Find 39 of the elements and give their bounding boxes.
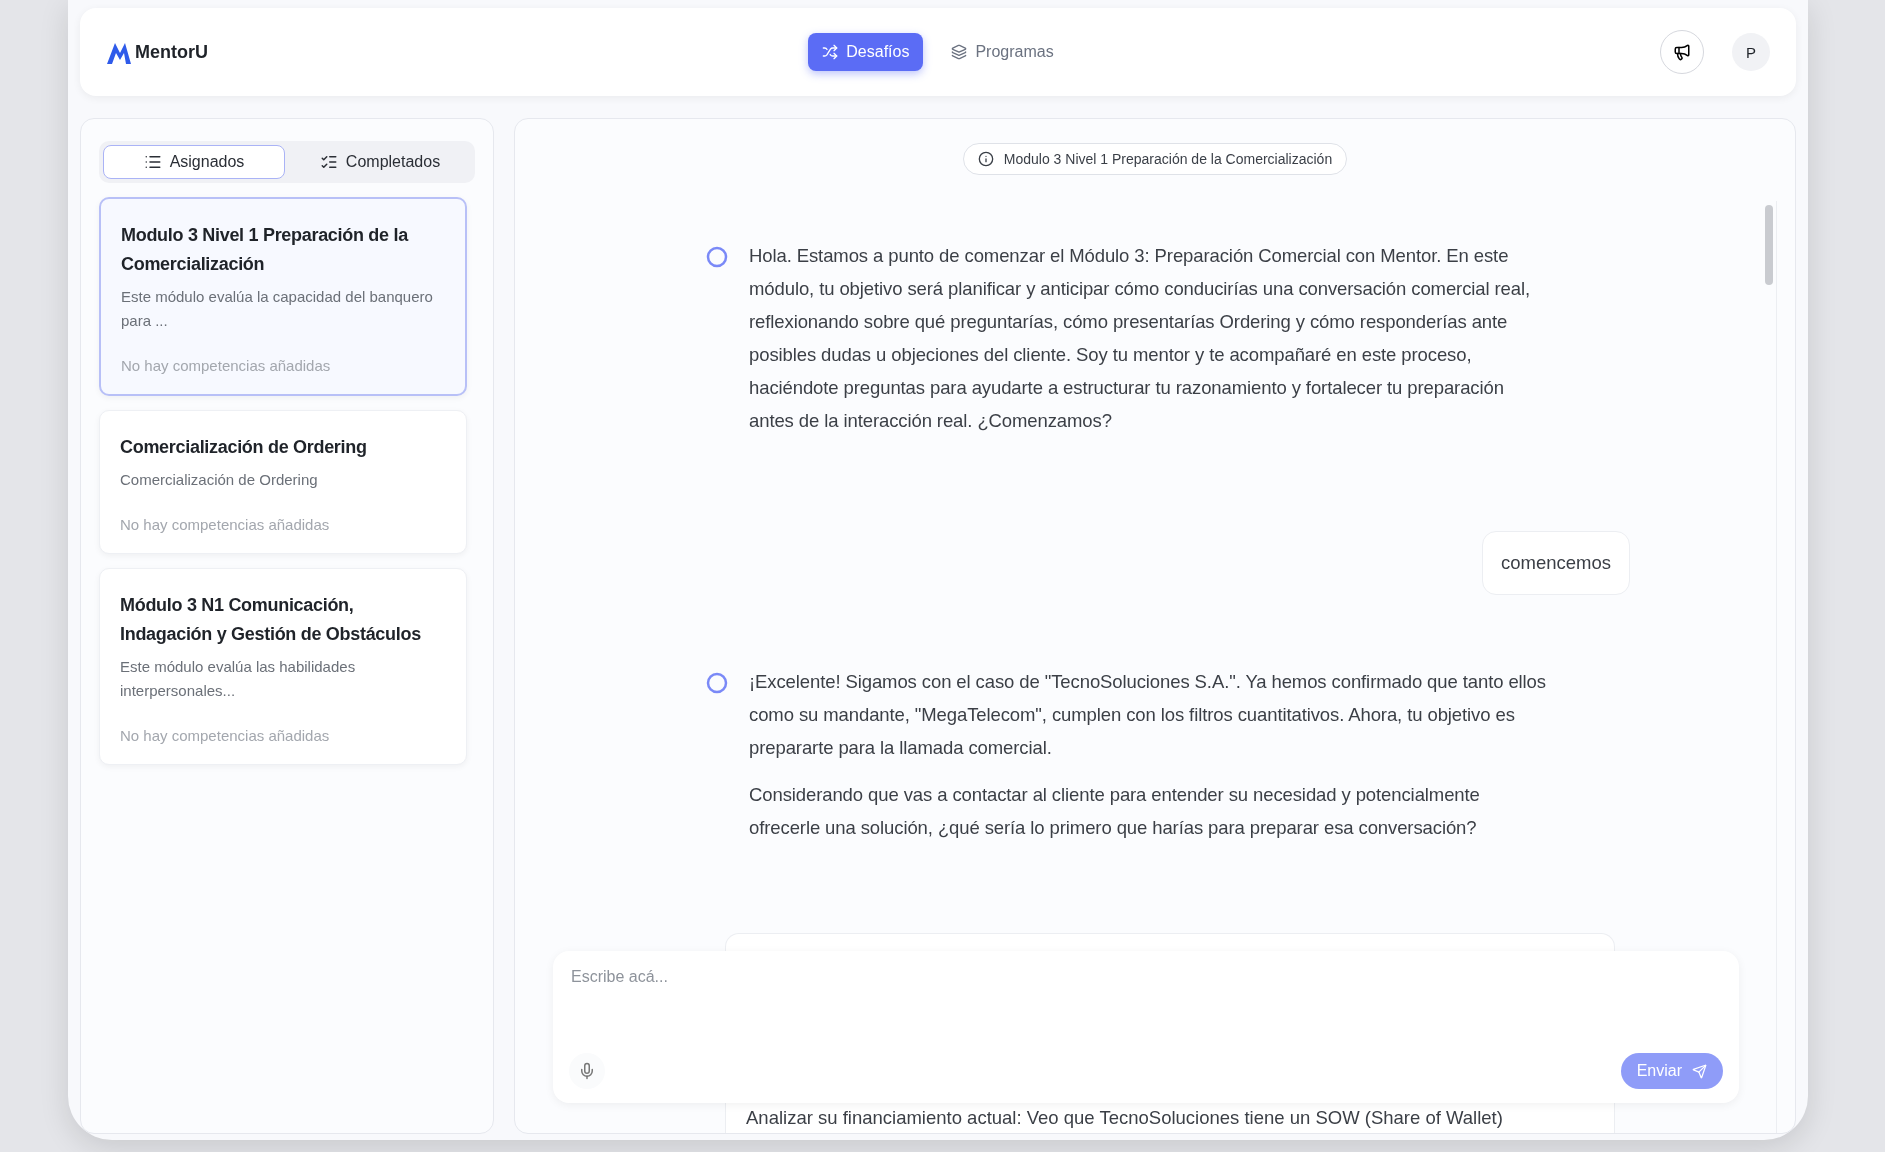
nav-tab[interactable]: Desafíos bbox=[808, 33, 924, 71]
mentor-avatar-icon bbox=[705, 671, 729, 695]
competencies-note: No hay competencias añadidas bbox=[120, 727, 331, 744]
mentor-message: Considerando que vas a contactar al cliente para entender su necesidad y potencialmente ofrecerle una solución, ¿qué sería lo primero que harías para preparar esa conversación? bbox=[749, 783, 1481, 840]
logo-text: MentorU bbox=[135, 41, 208, 63]
send-icon bbox=[1692, 1063, 1707, 1079]
challenge-description: Comercialización de Ordering bbox=[120, 470, 319, 490]
challenge-card[interactable]: Modulo 3 Nivel 1 Preparación de la Comercialización Este módulo evalúa la capacidad del banquero para ... No hay competencias añadidas bbox=[99, 197, 467, 396]
logo[interactable]: MentorU bbox=[106, 39, 809, 65]
challenge-description: Este módulo evalúa la capacidad del banquero para ... bbox=[121, 287, 434, 331]
filter-tab[interactable]: Completados bbox=[289, 145, 471, 179]
list-icon bbox=[143, 153, 162, 171]
microphone-button[interactable] bbox=[569, 1053, 605, 1089]
microphone-icon bbox=[578, 1062, 596, 1080]
mentor-message: ¡Excelente! Sigamos con el caso de "TecnoSoluciones S.A.". Ya hemos confirmado que tanto ellos como su mandante, "MegaTelecom", cumplen con los filtros cuantitativos. Ahora, tu objetivo es prepararte para la llamada comercial. bbox=[749, 670, 1547, 760]
shuffle-icon bbox=[822, 44, 839, 60]
challenge-title: Modulo 3 Nivel 1 Preparación de la Comercialización bbox=[121, 224, 410, 276]
user-avatar[interactable]: P bbox=[1732, 33, 1770, 71]
challenge-title: Comercialización de Ordering bbox=[120, 436, 368, 459]
mentor-message: Hola. Estamos a punto de comenzar el Módulo 3: Preparación Comercial con Mentor. En este módulo, tu objetivo será planificar y anticipar cómo conducirías una conversación comercial real, reflexionando sobre qué preguntarías, cómo presentarías Ordering y cómo responderías ante posibles dudas u objeciones del cliente. Soy tu mentor y te acompañaré en este proceso, haciéndote preguntas para ayudarte a estructurar tu razonamiento y fortalecer tu preparación antes de la interacción real. ¿Comenzamos? bbox=[749, 244, 1532, 433]
challenge-card[interactable]: Comercialización de Ordering Comercialización de Ordering No hay competencias añadidas bbox=[99, 410, 467, 554]
megaphone-icon bbox=[1673, 43, 1691, 61]
layers-icon bbox=[951, 44, 968, 60]
filter-tab[interactable]: Asignados bbox=[103, 145, 285, 179]
competencies-note: No hay competencias añadidas bbox=[120, 516, 331, 533]
challenge-card[interactable]: Módulo 3 N1 Comunicación, Indagación y Gestión de Obstáculos Este módulo evalúa las habilidades interpersonales... No hay competencias añadidas bbox=[99, 568, 467, 765]
info-icon bbox=[977, 151, 994, 167]
user-message: comencemos bbox=[1482, 531, 1630, 595]
mentor-avatar-icon bbox=[705, 245, 729, 269]
announcements-button[interactable] bbox=[1660, 30, 1704, 74]
nav-tab[interactable]: Programas bbox=[937, 33, 1068, 71]
competencies-note: No hay competencias añadidas bbox=[121, 357, 332, 374]
challenge-description: Este módulo evalúa las habilidades interpersonales... bbox=[120, 657, 357, 701]
message-input[interactable]: Escribe acá... bbox=[569, 967, 1723, 987]
topic-text: Modulo 3 Nivel 1 Preparación de la Comercialización bbox=[1003, 151, 1333, 167]
scrollbar-thumb[interactable] bbox=[1765, 205, 1773, 285]
user-message: Analizar su financiamiento actual: Veo que TecnoSoluciones tiene un SOW (Share of Wallet) bbox=[746, 1107, 1503, 1129]
checklist-icon bbox=[319, 153, 338, 171]
challenge-title: Módulo 3 N1 Comunicación, Indagación y Gestión de Obstáculos bbox=[120, 594, 422, 646]
